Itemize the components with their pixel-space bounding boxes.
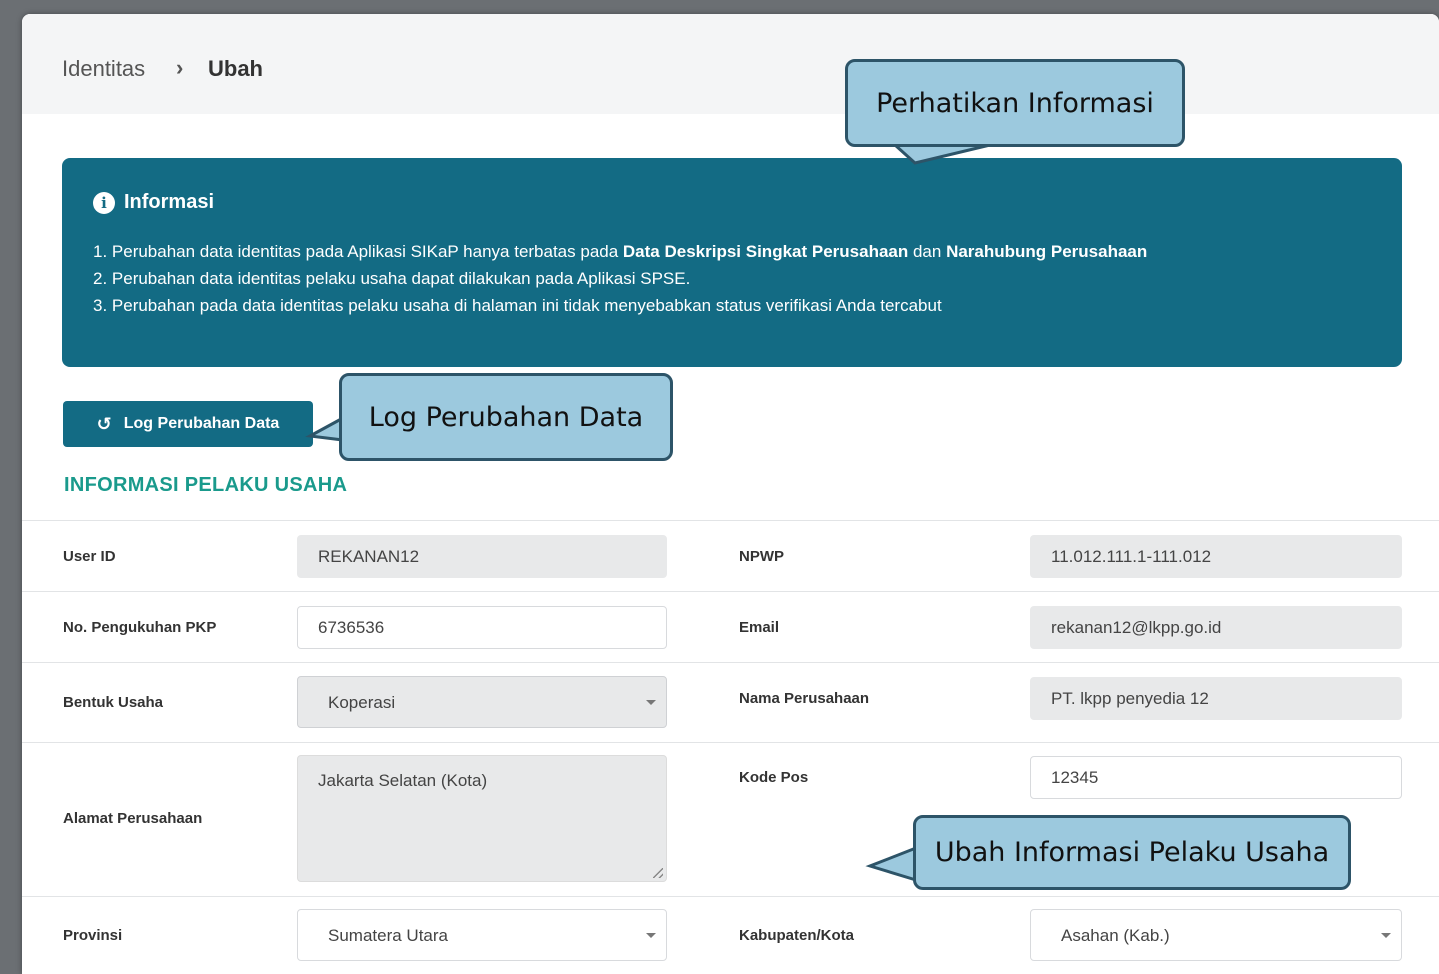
npwp-label: NPWP (739, 548, 784, 565)
chevron-down-icon (646, 933, 656, 938)
alamat-label: Alamat Perusahaan (63, 810, 203, 827)
kabupaten-label: Kabupaten/Kota (739, 927, 855, 944)
callout-log-perubahan-data: Log Perubahan Data (339, 373, 673, 461)
log-button-label: Log Perubahan Data (123, 415, 280, 432)
chevron-down-icon (1381, 933, 1391, 938)
chevron-right-icon: › (176, 55, 184, 80)
divider (22, 520, 1439, 521)
info-line-3: 3. Perubahan pada data identitas pelaku … (93, 296, 942, 315)
callout-perhatikan-informasi: Perhatikan Informasi (845, 59, 1185, 147)
info-list: 1. Perubahan data identitas pada Aplikas… (93, 238, 1147, 319)
info-line-1: 1. Perubahan data identitas pada Aplikas… (93, 242, 1148, 261)
provinsi-value: Sumatera Utara (328, 926, 448, 945)
history-icon: ↺ (96, 413, 112, 435)
pkp-input[interactable]: 6736536 (297, 606, 667, 649)
alamat-value: Jakarta Selatan (Kota) (318, 771, 488, 790)
log-perubahan-data-button[interactable]: ↺ Log Perubahan Data (63, 401, 313, 447)
provinsi-select[interactable]: Sumatera Utara (297, 909, 667, 961)
bentuk-usaha-label: Bentuk Usaha (63, 694, 164, 711)
chevron-down-icon (646, 700, 656, 705)
pkp-label: No. Pengukuhan PKP (63, 619, 217, 636)
info-icon: i (93, 191, 115, 214)
kabupaten-select[interactable]: Asahan (Kab.) (1030, 909, 1402, 961)
user-id-field: REKANAN12 (297, 535, 667, 578)
alamat-textarea: Jakarta Selatan (Kota) (297, 755, 667, 882)
divider (22, 742, 1439, 743)
kode-pos-label: Kode Pos (739, 769, 809, 786)
breadcrumb-identitas[interactable]: Identitas (62, 56, 145, 82)
section-title: INFORMASI PELAKU USAHA (64, 474, 348, 496)
nama-perusahaan-field: PT. lkpp penyedia 12 (1030, 677, 1402, 720)
bentuk-usaha-select[interactable]: Koperasi (297, 676, 667, 728)
breadcrumb-current: Ubah (208, 56, 263, 81)
kode-pos-input[interactable]: 12345 (1030, 756, 1402, 799)
bentuk-usaha-value: Koperasi (328, 693, 396, 712)
info-panel: i Informasi 1. Perubahan data identitas … (62, 158, 1402, 367)
divider (22, 662, 1439, 663)
divider (22, 591, 1439, 592)
resize-handle-icon[interactable] (653, 868, 663, 878)
npwp-field: 11.012.111.1-111.012 (1030, 535, 1402, 578)
divider (22, 896, 1439, 897)
email-field: rekanan12@lkpp.go.id (1030, 606, 1402, 649)
info-line-2: 2. Perubahan data identitas pelaku usaha… (93, 269, 691, 288)
breadcrumb: Identitas › Ubah (22, 14, 1439, 114)
email-label: Email (739, 619, 780, 636)
info-title: Informasi (124, 191, 215, 213)
user-id-label: User ID (63, 548, 116, 565)
nama-perusahaan-label: Nama Perusahaan (739, 690, 870, 707)
callout-ubah-informasi: Ubah Informasi Pelaku Usaha (913, 815, 1351, 890)
kabupaten-value: Asahan (Kab.) (1061, 926, 1170, 945)
provinsi-label: Provinsi (63, 927, 123, 944)
